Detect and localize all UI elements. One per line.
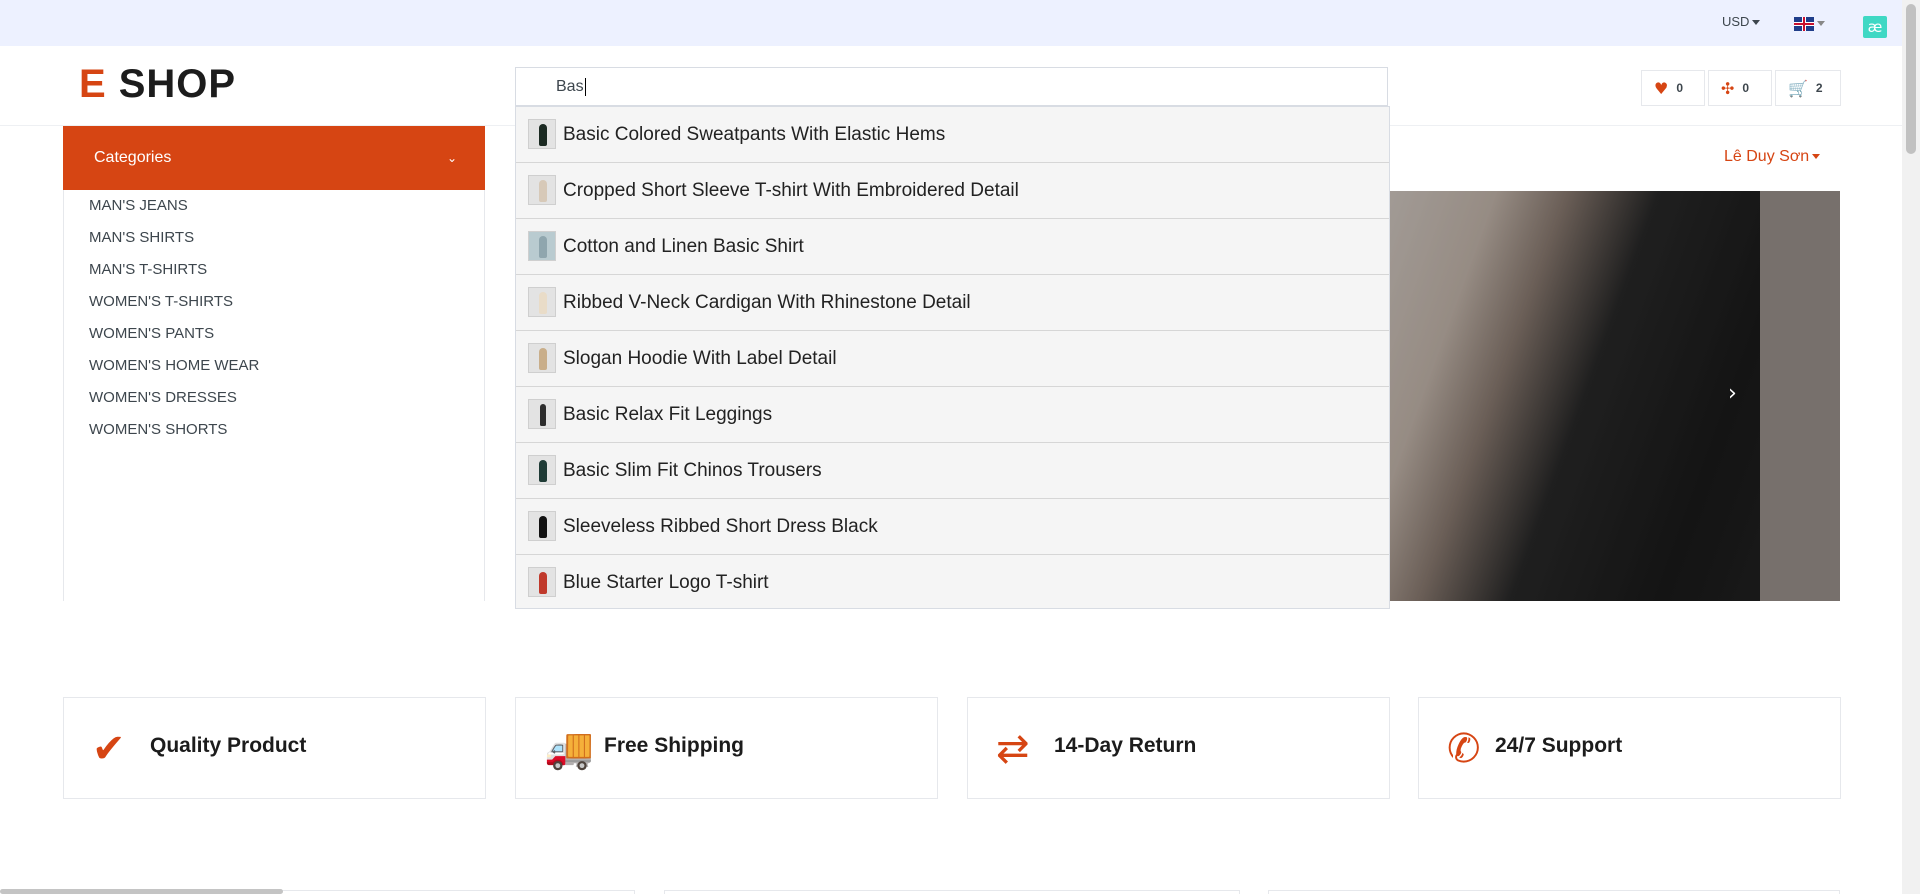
categories-title: Categories — [94, 149, 172, 166]
carousel-next-icon[interactable]: › — [1728, 381, 1737, 406]
check-icon: ✔ — [92, 726, 126, 772]
cart-button[interactable]: 🛒 2 — [1775, 70, 1841, 106]
text-cursor — [584, 77, 586, 96]
suggestion-label: Cotton and Linen Basic Shirt — [563, 236, 804, 257]
wishlist-button[interactable]: ♥ 0 — [1641, 70, 1705, 106]
feature-quality-product: ✔ Quality Product — [63, 697, 486, 799]
category-womens-dresses[interactable]: WOMEN'S DRESSES — [64, 382, 484, 414]
product-thumbnail — [528, 287, 556, 317]
feature-14-day-return: ⇄ 14-Day Return — [967, 697, 1390, 799]
suggestion-item[interactable]: Blue Starter Logo T-shirt — [516, 555, 1389, 611]
product-thumbnail — [528, 175, 556, 205]
user-menu[interactable]: Lê Duy Sơn — [1724, 148, 1821, 166]
scrollbar-thumb[interactable] — [1906, 4, 1916, 154]
product-thumbnail — [528, 567, 556, 597]
chevron-down-icon: ⌄ — [446, 151, 457, 165]
phone-volume-icon: ✆ — [1447, 726, 1481, 772]
suggestion-item[interactable]: Ribbed V-Neck Cardigan With Rhinestone D… — [516, 275, 1389, 331]
suggestion-label: Basic Relax Fit Leggings — [563, 404, 773, 425]
suggestion-label: Basic Colored Sweatpants With Elastic He… — [563, 124, 946, 145]
hero-carousel: › — [1388, 191, 1840, 601]
truck-icon: 🚚 — [544, 726, 594, 772]
site-logo[interactable]: E SHOP — [79, 62, 236, 107]
suggestion-item[interactable]: Basic Relax Fit Leggings — [516, 387, 1389, 443]
suggestion-item[interactable]: Cropped Short Sleeve T-shirt With Embroi… — [516, 163, 1389, 219]
category-mans-jeans[interactable]: MAN'S JEANS — [64, 190, 484, 222]
category-womens-t-shirts[interactable]: WOMEN'S T-SHIRTS — [64, 286, 484, 318]
user-name: Lê Duy Sơn — [1724, 148, 1810, 165]
suggestion-label: Basic Slim Fit Chinos Trousers — [563, 460, 822, 481]
exchange-arrows-icon: ⇄ — [996, 726, 1030, 772]
suggestion-label: Slogan Hoodie With Label Detail — [563, 348, 837, 369]
category-mans-shirts[interactable]: MAN'S SHIRTS — [64, 222, 484, 254]
vertical-scrollbar[interactable] — [1902, 0, 1920, 894]
category-mans-t-shirts[interactable]: MAN'S T-SHIRTS — [64, 254, 484, 286]
cart-icon: 🛒 — [1788, 78, 1808, 98]
currency-label: USD — [1722, 14, 1750, 29]
search-suggestions-dropdown: Basic Colored Sweatpants With Elastic He… — [515, 106, 1390, 609]
feature-free-shipping: 🚚 Free Shipping — [515, 697, 938, 799]
logo-mark: E — [79, 62, 107, 106]
feature-label: 14-Day Return — [1054, 734, 1197, 757]
suggestion-item[interactable]: Basic Slim Fit Chinos Trousers — [516, 443, 1389, 499]
product-thumbnail — [528, 511, 556, 541]
suggestion-label: Blue Starter Logo T-shirt — [563, 572, 769, 593]
product-thumbnail — [528, 399, 556, 429]
compare-button[interactable]: ✣ 0 — [1708, 70, 1772, 106]
product-thumbnail — [528, 455, 556, 485]
horizontal-scrollbar[interactable] — [0, 889, 283, 894]
feature-label: Free Shipping — [604, 734, 745, 757]
product-thumbnail — [528, 231, 556, 261]
category-womens-pants[interactable]: WOMEN'S PANTS — [64, 318, 484, 350]
suggestion-label: Ribbed V-Neck Cardigan With Rhinestone D… — [563, 292, 971, 313]
bottom-card — [664, 890, 1240, 894]
language-dropdown[interactable] — [1794, 15, 1825, 33]
heart-icon: ♥ — [1654, 78, 1669, 98]
category-womens-home-wear[interactable]: WOMEN'S HOME WEAR — [64, 350, 484, 382]
suggestion-item[interactable]: Sleeveless Ribbed Short Dress Black — [516, 499, 1389, 555]
category-womens-shorts[interactable]: WOMEN'S SHORTS — [64, 414, 484, 446]
cart-count: 2 — [1815, 81, 1823, 95]
product-thumbnail — [528, 343, 556, 373]
wishlist-count: 0 — [1676, 81, 1684, 95]
suggestion-item[interactable]: Cotton and Linen Basic Shirt — [516, 219, 1389, 275]
feature-24-7-support: ✆ 24/7 Support — [1418, 697, 1841, 799]
uk-flag-icon — [1794, 16, 1814, 31]
feature-label: 24/7 Support — [1495, 734, 1623, 757]
suggestion-item[interactable]: Basic Colored Sweatpants With Elastic He… — [516, 107, 1389, 163]
feature-label: Quality Product — [150, 734, 307, 757]
search-input[interactable]: Bas — [515, 67, 1388, 106]
banner-overlay — [1388, 191, 1840, 601]
logo-text: SHOP — [118, 62, 237, 106]
browser-extension-icon[interactable]: æ — [1863, 16, 1887, 38]
suggestion-label: Sleeveless Ribbed Short Dress Black — [563, 516, 878, 537]
caret-down-icon — [1812, 154, 1821, 160]
bottom-card — [1268, 890, 1840, 894]
compare-count: 0 — [1742, 81, 1750, 95]
caret-down-icon — [1752, 20, 1761, 26]
product-thumbnail — [528, 119, 556, 149]
search-value: Bas — [556, 78, 584, 95]
suggestion-item[interactable]: Slogan Hoodie With Label Detail — [516, 331, 1389, 387]
compress-icon: ✣ — [1721, 78, 1735, 98]
currency-dropdown[interactable]: USD — [1722, 14, 1761, 29]
categories-list: MAN'S JEANS MAN'S SHIRTS MAN'S T-SHIRTS … — [63, 190, 485, 601]
suggestion-label: Cropped Short Sleeve T-shirt With Embroi… — [563, 180, 1019, 201]
caret-down-icon — [1817, 21, 1825, 27]
top-bar: USD æ — [0, 0, 1902, 46]
categories-toggle[interactable]: Categories ⌄ — [63, 126, 485, 190]
